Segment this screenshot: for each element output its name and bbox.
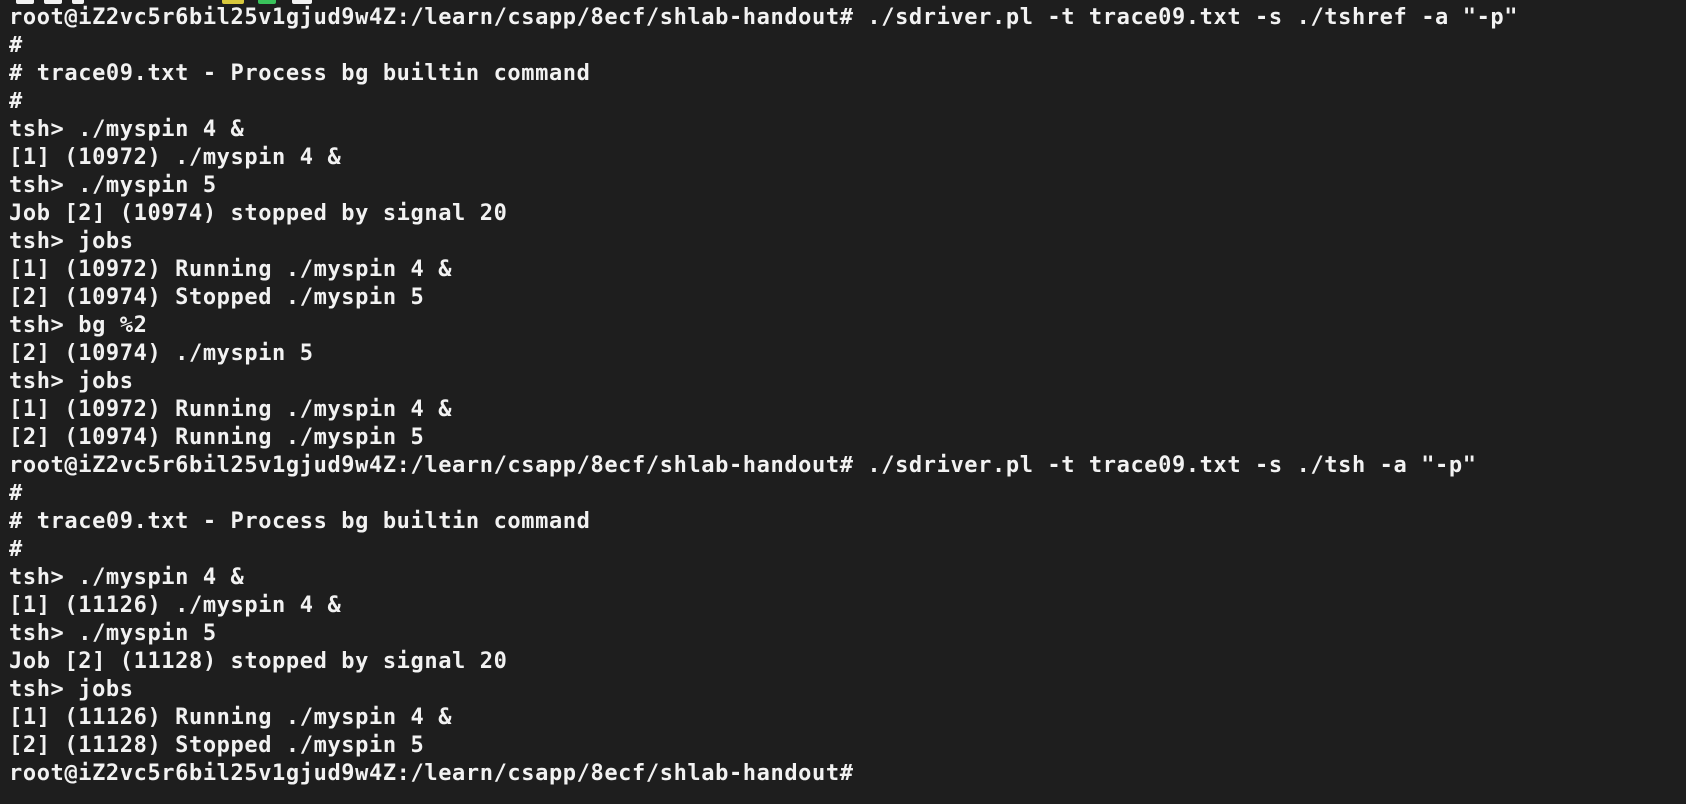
- terminal-line: tsh> jobs: [9, 677, 134, 702]
- terminal-line: [2] (11128) Stopped ./myspin 5: [9, 733, 425, 758]
- terminal-line: #: [9, 89, 23, 114]
- terminal-line: Job [2] (11128) stopped by signal 20: [9, 649, 508, 674]
- terminal-line: tsh> jobs: [9, 369, 134, 394]
- terminal-line: tsh> bg %2: [9, 313, 148, 338]
- terminal-line: [2] (10974) ./myspin 5: [9, 341, 314, 366]
- terminal-line: [1] (11126) Running ./myspin 4 &: [9, 705, 453, 730]
- terminal-line: [2] (10974) Running ./myspin 5: [9, 425, 425, 450]
- terminal-line: #: [9, 537, 23, 562]
- terminal-line: [1] (10972) ./myspin 4 &: [9, 145, 342, 170]
- terminal-line: #: [9, 481, 23, 506]
- terminal-line: root@iZ2vc5r6bil25v1gjud9w4Z:/learn/csap…: [9, 5, 1519, 30]
- terminal-line: # trace09.txt - Process bg builtin comma…: [9, 509, 591, 534]
- terminal-line: tsh> ./myspin 5: [9, 173, 217, 198]
- terminal-line: # trace09.txt - Process bg builtin comma…: [9, 61, 591, 86]
- terminal-prompt-line[interactable]: root@iZ2vc5r6bil25v1gjud9w4Z:/learn/csap…: [9, 760, 1686, 788]
- terminal-line: [1] (10972) Running ./myspin 4 &: [9, 397, 453, 422]
- terminal-line: tsh> ./myspin 4 &: [9, 117, 245, 142]
- terminal-line: [2] (10974) Stopped ./myspin 5: [9, 285, 425, 310]
- terminal-line: Job [2] (10974) stopped by signal 20: [9, 201, 508, 226]
- terminal-output: root@iZ2vc5r6bil25v1gjud9w4Z:/learn/csap…: [9, 4, 1686, 788]
- terminal-line: [1] (10972) Running ./myspin 4 &: [9, 257, 453, 282]
- terminal-line: tsh> ./myspin 5: [9, 621, 217, 646]
- terminal-line: tsh> jobs: [9, 229, 134, 254]
- terminal-line: #: [9, 33, 23, 58]
- terminal-window[interactable]: root@iZ2vc5r6bil25v1gjud9w4Z:/learn/csap…: [0, 0, 1686, 804]
- terminal-line: [1] (11126) ./myspin 4 &: [9, 593, 342, 618]
- shell-prompt: root@iZ2vc5r6bil25v1gjud9w4Z:/learn/csap…: [9, 761, 854, 786]
- terminal-line: tsh> ./myspin 4 &: [9, 565, 245, 590]
- terminal-line: root@iZ2vc5r6bil25v1gjud9w4Z:/learn/csap…: [9, 453, 1477, 478]
